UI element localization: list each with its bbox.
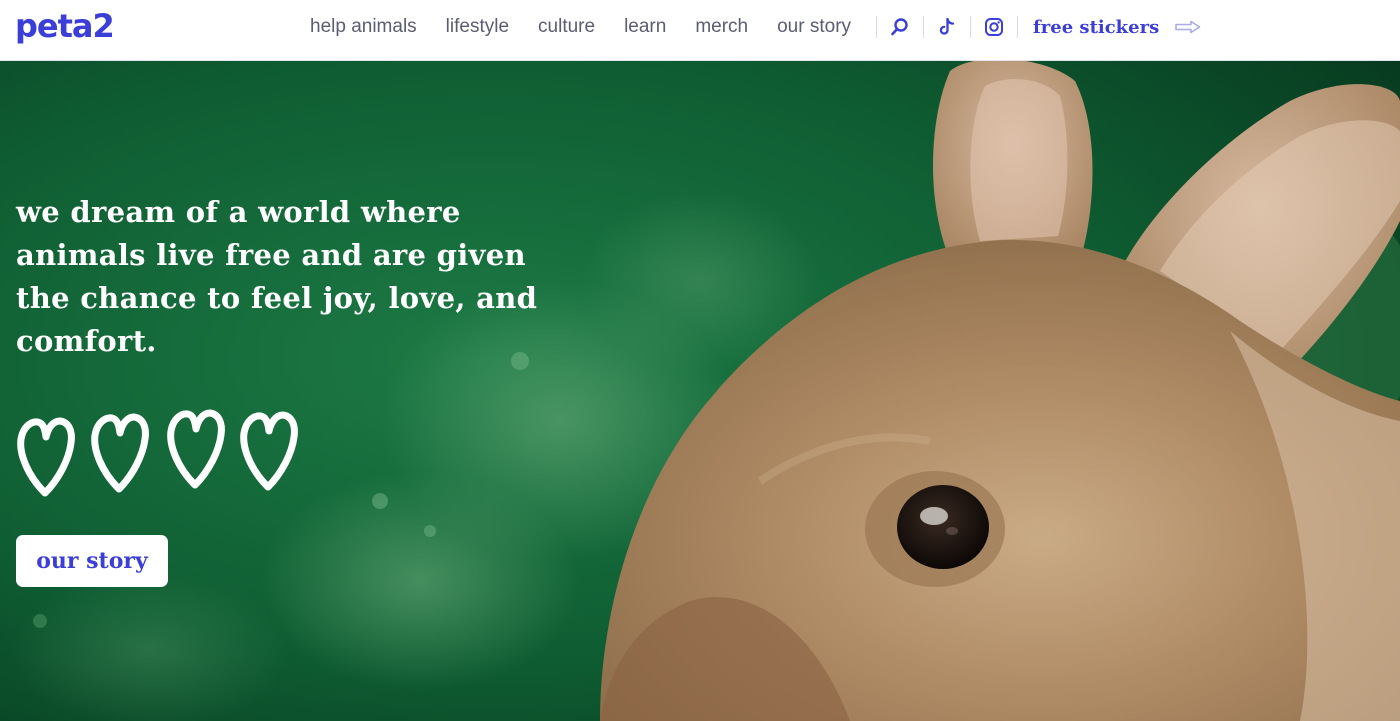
heart-icon: [91, 413, 149, 493]
nav-divider: [970, 16, 972, 38]
hero-tagline: we dream of a world where animals live f…: [16, 195, 538, 358]
tiktok-icon[interactable]: [935, 15, 959, 39]
nav-divider: [923, 16, 925, 38]
peta2-logo[interactable]: peta2: [15, 4, 115, 48]
nav-link-learn[interactable]: learn: [624, 16, 666, 38]
arrow-right-icon[interactable]: [1175, 20, 1201, 34]
rabbit-photo: [0, 61, 1400, 721]
nav-link-merch[interactable]: merch: [695, 16, 748, 38]
instagram-icon[interactable]: [982, 15, 1006, 39]
hero-section: we dream of a world where animals live f…: [0, 61, 1400, 721]
heart-icon: [167, 409, 225, 489]
nav-divider: [1017, 16, 1019, 38]
nav-link-culture[interactable]: culture: [538, 16, 595, 38]
hearts-row: [17, 409, 298, 497]
nav-link-our-story[interactable]: our story: [777, 16, 851, 38]
search-icon[interactable]: [888, 15, 912, 39]
heart-icon: [240, 411, 298, 491]
heart-icon: [17, 417, 75, 497]
nav-link-lifestyle[interactable]: lifestyle: [446, 16, 509, 38]
our-story-button[interactable]: our story: [16, 535, 168, 587]
free-stickers-link[interactable]: free stickers: [1033, 17, 1159, 38]
top-navbar: peta2 help animals lifestyle culture lea…: [0, 0, 1400, 61]
nav-divider: [876, 16, 878, 38]
main-nav: help animals lifestyle culture learn mer…: [310, 0, 1201, 54]
nav-link-help-animals[interactable]: help animals: [310, 16, 417, 38]
